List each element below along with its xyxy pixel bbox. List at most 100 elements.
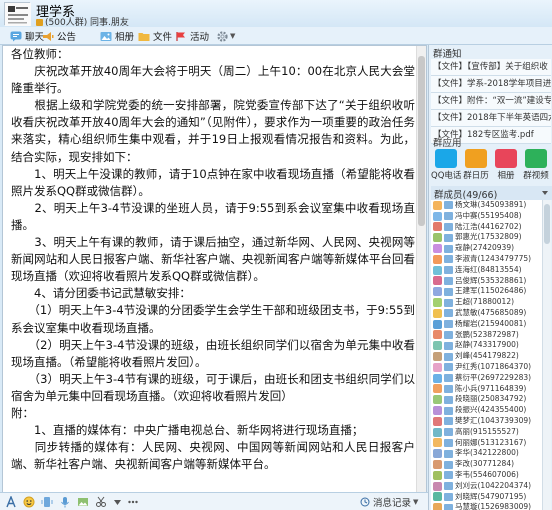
- group-toolbar: 聊天 公告 相册 文件 活动 ▼: [0, 27, 552, 45]
- screenshot-icon[interactable]: [94, 495, 108, 509]
- message-paragraph: 3、明天上午有课的教师，请于课后抽空，通过新华网、人民网、央视网等新闻网站和人民…: [11, 235, 415, 284]
- member-list[interactable]: 杨文琳(345093891) 冯中赛(55195408) 陆江浩(44162702)…: [431, 200, 542, 510]
- announcement-item[interactable]: 【文件】【宣传部】关于组织收: [431, 59, 551, 76]
- member-item[interactable]: 樊梦汇(1043739309): [431, 416, 542, 427]
- message-paragraph: 1、明天上午没课的教师，请于10点钟在家中收看现场直播（希望能将收看照片发系QQ…: [11, 166, 415, 198]
- message-paragraph: 4、请分团委书记武慧敏安排：: [11, 286, 191, 301]
- member-avatar: [433, 470, 442, 480]
- message-paragraph: （1）明天上午3-4节没课的分团委学生会学生干部和班级团支书，于9:55到系会议…: [11, 303, 415, 335]
- member-name: 刘晓辉(547907195): [455, 491, 527, 501]
- member-name: 高丽(915155527): [455, 426, 519, 436]
- qq-call-icon: [435, 149, 457, 168]
- member-item[interactable]: 李改(30771284): [431, 459, 542, 470]
- member-item[interactable]: 李淑青(1243479775): [431, 254, 542, 265]
- chat-tab[interactable]: 聊天: [10, 28, 44, 44]
- member-item[interactable]: 段振兴(424355400): [431, 405, 542, 416]
- member-item[interactable]: 陆江浩(44162702): [431, 222, 542, 233]
- chat-icon: [10, 31, 22, 41]
- announcement-message: 各位教师： 庆祝改革开放40周年大会将于明天（周二）上午10：00在北京人民大会…: [11, 46, 415, 473]
- announcement-item[interactable]: 【文件】附件：“双一流”建设专题: [431, 93, 551, 110]
- member-list-scrollbar[interactable]: [542, 200, 551, 510]
- member-item[interactable]: 王超(71880012): [431, 297, 542, 308]
- member-avatar: [433, 352, 442, 362]
- member-level-icon: [444, 341, 453, 350]
- member-item[interactable]: 寇静(27420939): [431, 243, 542, 254]
- member-level-icon: [444, 233, 453, 242]
- member-avatar: [433, 427, 442, 437]
- activity-icon: [176, 31, 185, 41]
- announcement-icon: [43, 31, 54, 41]
- chevron-down-icon: ▼: [413, 498, 419, 506]
- member-avatar: [433, 211, 442, 221]
- file-tab[interactable]: 文件: [138, 28, 172, 44]
- message-paragraph: （2）明天上午3-4节没课的班级，由班长组织同学们以宿舍为单元集中收看现场直播。…: [11, 337, 415, 369]
- message-paragraph: （3）明天上午3-4节有课的班级，可于课后，由班长和团支书组织同学们以宿舍为单元…: [11, 371, 415, 403]
- member-avatar: [433, 330, 442, 340]
- image-icon[interactable]: [76, 495, 90, 509]
- member-item[interactable]: 蔡衍平(2697229283): [431, 373, 542, 384]
- message-paragraph: 1、直播的媒体有：中央广播电视总台、新华网将进行现场直播；: [11, 423, 364, 438]
- member-level-icon: [444, 222, 453, 231]
- member-avatar: [433, 244, 442, 254]
- member-level-icon: [444, 287, 453, 296]
- activity-tab[interactable]: 活动: [175, 28, 209, 44]
- chevron-down-icon[interactable]: [112, 495, 122, 509]
- members-header[interactable]: 群成员(49/66): [431, 186, 552, 201]
- member-name: 李韦(554607006): [455, 469, 519, 479]
- member-item[interactable]: 马慧璇(1526983009): [431, 502, 542, 510]
- more-icon[interactable]: [126, 495, 140, 509]
- member-level-icon: [444, 276, 453, 285]
- announcement-item[interactable]: 【文件】2018年下半年英语四六级: [431, 110, 551, 127]
- member-item[interactable]: 杨耀岩(215940081): [431, 319, 542, 330]
- message-area[interactable]: 各位教师： 庆祝改革开放40周年大会将于明天（周二）上午10：00在北京人民大会…: [2, 45, 427, 498]
- member-item[interactable]: 李韦(554607006): [431, 470, 542, 481]
- announcement-item[interactable]: 【文件】学系-2018学年项目进: [431, 76, 551, 93]
- scrollbar-thumb[interactable]: [418, 56, 425, 226]
- member-item[interactable]: 刘晓辉(547907195): [431, 492, 542, 503]
- message-history-button[interactable]: 消息记录 ▼: [360, 495, 418, 509]
- member-level-icon: [444, 482, 453, 491]
- voice-message-icon[interactable]: [58, 495, 72, 509]
- member-item[interactable]: 杨文琳(345093891): [431, 200, 542, 211]
- member-name: 郭惠光(17532809): [455, 232, 522, 242]
- member-item[interactable]: 张鹏(523872987): [431, 330, 542, 341]
- member-item[interactable]: 刘峰(454179822): [431, 351, 542, 362]
- font-icon[interactable]: [4, 495, 18, 509]
- member-item[interactable]: 陈小兵(971164839): [431, 384, 542, 395]
- calendar-icon: [465, 149, 487, 168]
- member-item[interactable]: 王建军(115026486): [431, 286, 542, 297]
- video-app[interactable]: 群视频: [521, 149, 551, 181]
- message-scrollbar[interactable]: [416, 46, 426, 497]
- member-item[interactable]: 高丽(915155527): [431, 427, 542, 438]
- shake-icon[interactable]: [40, 495, 54, 509]
- member-item[interactable]: 连海红(84813554): [431, 265, 542, 276]
- announcements-title: 群通知: [433, 49, 462, 60]
- member-name: 蔡衍平(2697229283): [455, 372, 532, 382]
- member-avatar: [433, 373, 442, 383]
- member-item[interactable]: 何丽娜(513123167): [431, 438, 542, 449]
- member-item[interactable]: 武慧敏(475685089): [431, 308, 542, 319]
- scrollbar-thumb[interactable]: [544, 204, 550, 244]
- member-level-icon: [444, 492, 453, 501]
- member-item[interactable]: 尹红秀(1071864370): [431, 362, 542, 373]
- message-paragraph: 同步转播的媒体有：人民网、央视网、中国网等新闻网站和人民日报客户端、新华社客户端…: [11, 440, 415, 472]
- qq-call-app[interactable]: QQ电话: [431, 149, 461, 181]
- member-avatar: [433, 200, 442, 210]
- photo-app[interactable]: 相册: [491, 149, 521, 181]
- member-item[interactable]: 赵静(743317900): [431, 340, 542, 351]
- announcement-tab[interactable]: 公告: [42, 28, 76, 44]
- member-item[interactable]: 郭惠光(17532809): [431, 232, 542, 243]
- album-tab[interactable]: 相册: [100, 28, 134, 44]
- member-item[interactable]: 段晓丽(250834792): [431, 394, 542, 405]
- member-item[interactable]: 刘刈云(1042204374): [431, 481, 542, 492]
- member-name: 刘刈云(1042204374): [455, 480, 532, 490]
- settings-menu[interactable]: ▼: [216, 28, 235, 44]
- member-item[interactable]: 吕俊辉(535328861): [431, 276, 542, 287]
- file-icon: [138, 32, 150, 41]
- calendar-app[interactable]: 群日历: [461, 149, 491, 181]
- member-level-icon: [444, 374, 453, 383]
- emoji-icon[interactable]: [22, 495, 36, 509]
- group-avatar[interactable]: [4, 2, 31, 26]
- member-item[interactable]: 冯中赛(55195408): [431, 211, 542, 222]
- member-item[interactable]: 李华(342122800): [431, 448, 542, 459]
